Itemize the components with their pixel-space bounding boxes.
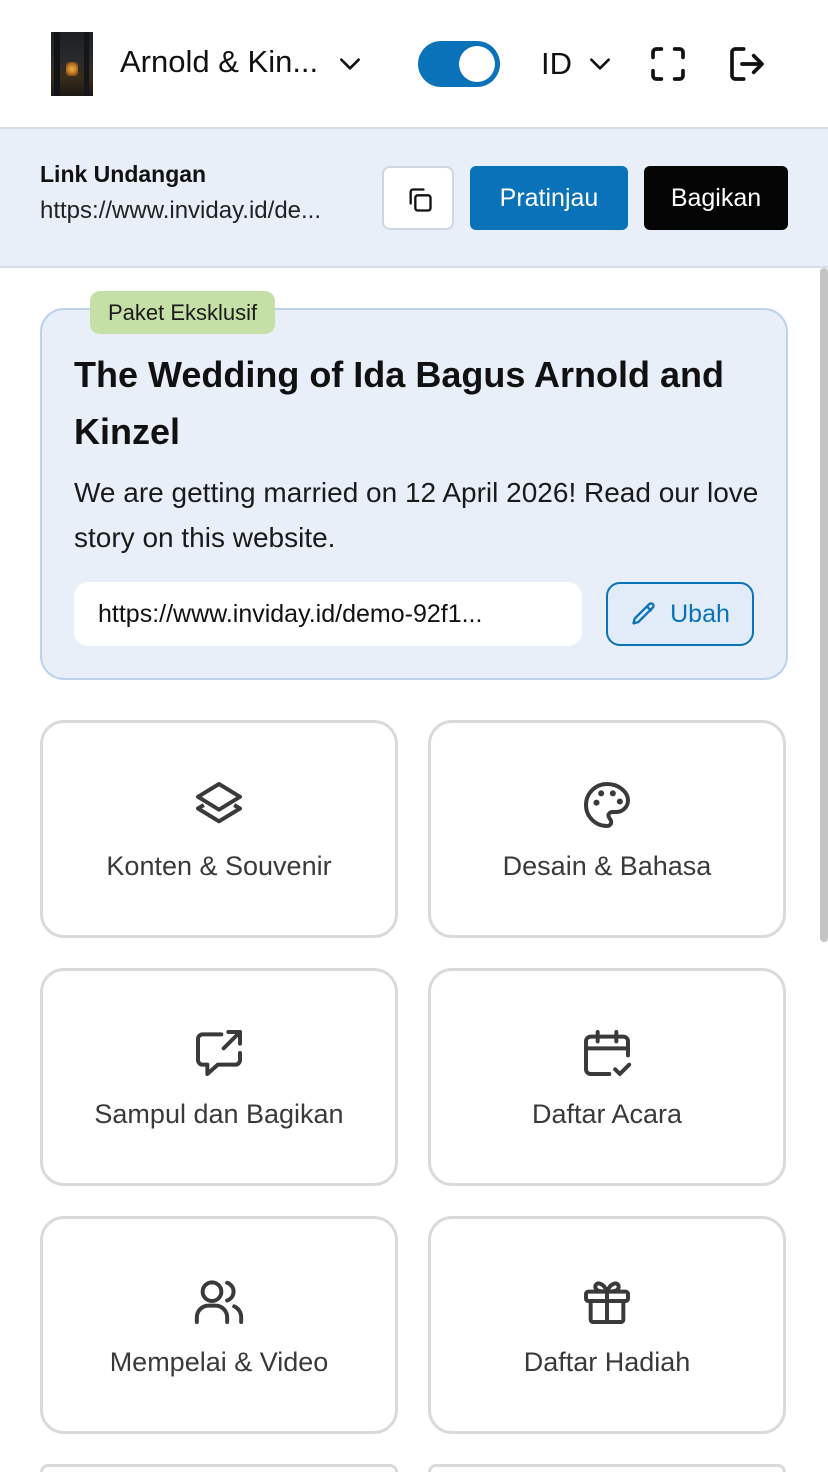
language-chevron-down-icon[interactable] (587, 51, 613, 77)
invitation-description: We are getting married on 12 April 2026!… (74, 477, 759, 553)
logout-icon[interactable] (727, 44, 767, 84)
event-selector-label[interactable]: Arnold & Kin... (120, 44, 318, 80)
menu-tile-design-language[interactable]: Desain & Bahasa (428, 720, 786, 938)
scrollbar[interactable] (820, 268, 828, 942)
calendar-check-icon (584, 1030, 632, 1076)
link-title: Link Undangan (40, 161, 207, 187)
toggle-knob (459, 46, 495, 82)
copy-link-button[interactable] (382, 166, 454, 230)
edit-url-button[interactable]: Ubah (606, 582, 754, 646)
menu-tile-label: Daftar Acara (531, 1099, 683, 1129)
edit-url-label: Ubah (670, 599, 730, 628)
menu-tile-label: Konten & Souvenir (106, 851, 332, 881)
menu-tile-content-souvenir[interactable]: Konten & Souvenir (40, 720, 398, 938)
menu-tile-partial-left[interactable] (40, 1464, 398, 1472)
top-bar: Arnold & Kin... ID (0, 0, 828, 129)
menu-tile-cover-share[interactable]: Sampul dan Bagikan (40, 968, 398, 1186)
users-icon (194, 1280, 244, 1324)
menu-tile-partial-right[interactable] (428, 1464, 786, 1472)
language-selector[interactable]: ID (541, 46, 572, 82)
menu-tile-label: Desain & Bahasa (502, 851, 712, 881)
invitation-link-bar: Link Undangan https://www.inviday.id/de.… (0, 129, 828, 268)
share-button[interactable]: Bagikan (644, 166, 788, 230)
invitation-link-url: https://www.inviday.id/de... (40, 197, 322, 224)
share-message-icon (196, 1030, 242, 1076)
palette-icon (584, 782, 630, 828)
copy-icon (409, 188, 432, 212)
invitation-url-field[interactable]: https://www.inviday.id/demo-92f1... (74, 582, 582, 646)
event-thumbnail[interactable] (51, 32, 93, 96)
menu-tile-couple-video[interactable]: Mempelai & Video (40, 1216, 398, 1434)
layers-icon (196, 782, 242, 824)
gift-icon (584, 1281, 630, 1324)
menu-tile-gift-list[interactable]: Daftar Hadiah (428, 1216, 786, 1434)
pencil-icon (632, 602, 655, 625)
package-badge: Paket Eksklusif (90, 291, 276, 334)
menu-tile-label: Daftar Hadiah (523, 1347, 691, 1377)
menu-tile-label: Mempelai & Video (109, 1347, 329, 1377)
fullscreen-icon[interactable] (648, 44, 688, 84)
invitation-title: The Wedding of Ida Bagus Arnold and Kinz… (74, 354, 724, 452)
chevron-down-icon[interactable] (337, 51, 363, 77)
menu-tile-label: Sampul dan Bagikan (94, 1099, 344, 1129)
preview-button[interactable]: Pratinjau (470, 166, 628, 230)
publish-toggle[interactable] (418, 41, 500, 87)
menu-tile-event-list[interactable]: Daftar Acara (428, 968, 786, 1186)
